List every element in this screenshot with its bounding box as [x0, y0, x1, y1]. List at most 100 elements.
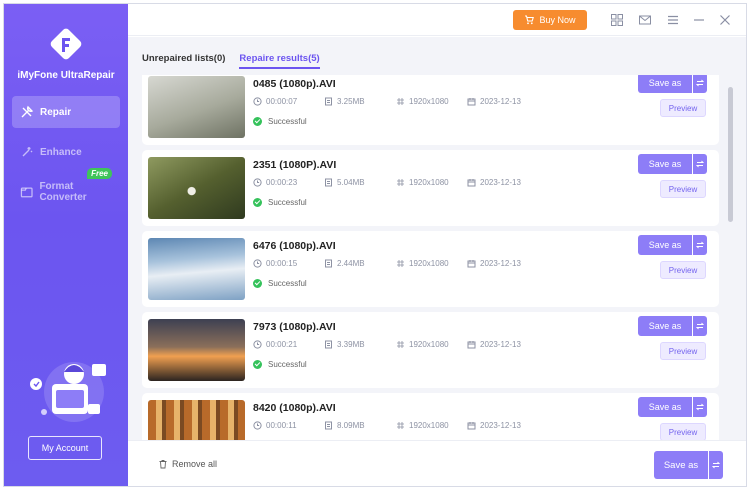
- video-thumbnail[interactable]: [148, 319, 245, 381]
- remove-all-button[interactable]: Remove all: [158, 459, 217, 469]
- buy-now-button[interactable]: Buy Now: [513, 10, 587, 30]
- scrollbar-thumb[interactable]: [728, 87, 733, 222]
- meta-duration: 00:00:07: [253, 97, 297, 106]
- app-window: iMyFone UltraRepair Repair Enhance Forma…: [3, 3, 747, 487]
- meta-size-value: 2.44MB: [337, 259, 365, 268]
- mail-icon[interactable]: [638, 13, 652, 27]
- save-as-button[interactable]: Save as: [638, 316, 692, 336]
- success-check-icon: [253, 360, 262, 369]
- save-as-button[interactable]: Save as: [638, 397, 692, 417]
- meta-date-value: 2023-12-13: [480, 421, 521, 430]
- result-list: 0485 (1080p).AVI 00:00:07 3.25MB 1920x10…: [142, 75, 732, 443]
- meta-size-value: 3.39MB: [337, 340, 365, 349]
- sidebar-item-format-converter[interactable]: Format Converter Free: [12, 168, 120, 208]
- sidebar-item-label: Format Converter: [39, 181, 87, 203]
- save-options-button[interactable]: [693, 75, 707, 93]
- file-name: 8420 (1080p).AVI: [253, 402, 336, 414]
- meta-duration-value: 00:00:15: [266, 259, 298, 268]
- meta-duration: 00:00:11: [253, 421, 297, 430]
- save-options-button[interactable]: [693, 316, 707, 336]
- meta-size: 3.39MB: [324, 340, 365, 349]
- preview-button[interactable]: Preview: [660, 342, 706, 360]
- meta-date: 2023-12-13: [467, 259, 521, 268]
- calendar-icon: [467, 179, 476, 187]
- status-text: Successful: [268, 279, 307, 288]
- menu-grid-icon[interactable]: [610, 13, 624, 27]
- meta-resolution-value: 1920x1080: [409, 259, 449, 268]
- video-thumbnail[interactable]: [148, 157, 245, 219]
- sidebar-item-label: Enhance: [40, 146, 82, 158]
- format-converter-icon: [20, 187, 33, 198]
- resolution-icon: [397, 179, 404, 186]
- preview-button[interactable]: Preview: [660, 423, 706, 441]
- save-options-button[interactable]: [693, 397, 707, 417]
- close-icon[interactable]: [718, 13, 732, 27]
- save-as-button[interactable]: Save as: [638, 154, 692, 174]
- file-size-icon: [325, 421, 332, 430]
- result-card[interactable]: 6476 (1080p).AVI 00:00:15 2.44MB 1920x10…: [142, 231, 719, 307]
- file-name: 6476 (1080p).AVI: [253, 240, 336, 252]
- minimize-icon[interactable]: [692, 13, 706, 27]
- meta-date: 2023-12-13: [467, 97, 521, 106]
- clock-icon: [253, 259, 262, 268]
- success-check-icon: [253, 117, 262, 126]
- user-illustration: [30, 362, 106, 422]
- meta-resolution: 1920x1080: [396, 421, 449, 430]
- save-options-button[interactable]: [693, 154, 707, 174]
- video-thumbnail[interactable]: [148, 238, 245, 300]
- clock-icon: [253, 421, 262, 430]
- video-thumbnail[interactable]: [148, 76, 245, 138]
- resolution-icon: [397, 341, 404, 348]
- save-as-button[interactable]: Save as: [638, 75, 692, 93]
- result-card[interactable]: 8420 (1080p).AVI 00:00:11 8.09MB 1920x10…: [142, 393, 719, 443]
- title-bar: Buy Now: [128, 4, 746, 36]
- meta-date: 2023-12-13: [467, 178, 521, 187]
- tab-repair-results[interactable]: Repaire results(5): [239, 53, 320, 69]
- meta-resolution-value: 1920x1080: [409, 340, 449, 349]
- preview-button[interactable]: Preview: [660, 99, 706, 117]
- meta-size: 8.09MB: [324, 421, 365, 430]
- result-card[interactable]: 7973 (1080p).AVI 00:00:21 3.39MB 1920x10…: [142, 312, 719, 388]
- meta-date: 2023-12-13: [467, 340, 521, 349]
- success-check-icon: [253, 198, 262, 207]
- resolution-icon: [397, 422, 404, 429]
- save-options-button[interactable]: [693, 235, 707, 255]
- video-thumbnail[interactable]: [148, 400, 245, 443]
- save-as-button[interactable]: Save as: [638, 235, 692, 255]
- meta-duration: 00:00:15: [253, 259, 297, 268]
- remove-all-label: Remove all: [172, 459, 218, 469]
- meta-duration: 00:00:21: [253, 340, 297, 349]
- sidebar-item-repair[interactable]: Repair: [12, 96, 120, 128]
- clock-icon: [253, 97, 262, 106]
- save-all-options-button[interactable]: [709, 451, 723, 479]
- status-text: Successful: [268, 117, 307, 126]
- preview-button[interactable]: Preview: [660, 261, 706, 279]
- meta-size-value: 8.09MB: [337, 421, 365, 430]
- tab-unrepaired-lists[interactable]: Unrepaired lists(0): [142, 53, 225, 69]
- hamburger-icon[interactable]: [666, 13, 680, 27]
- main-panel: Unrepaired lists(0) Repaire results(5) 0…: [128, 37, 746, 486]
- status-text: Successful: [268, 360, 307, 369]
- scrollbar[interactable]: [728, 87, 733, 417]
- save-all-button[interactable]: Save as: [654, 451, 708, 479]
- meta-resolution: 1920x1080: [396, 97, 449, 106]
- result-card[interactable]: 2351 (1080P).AVI 00:00:23 5.04MB 1920x10…: [142, 150, 719, 226]
- repair-status: Successful: [253, 198, 307, 207]
- file-name: 2351 (1080P).AVI: [253, 159, 337, 171]
- tab-bar: Unrepaired lists(0) Repaire results(5): [142, 53, 320, 69]
- preview-button[interactable]: Preview: [660, 180, 706, 198]
- file-size-icon: [325, 97, 332, 106]
- meta-duration-value: 00:00:11: [266, 421, 297, 430]
- meta-size: 2.44MB: [324, 259, 365, 268]
- meta-date-value: 2023-12-13: [480, 178, 521, 187]
- meta-resolution-value: 1920x1080: [409, 178, 449, 187]
- swap-icon: [696, 241, 704, 249]
- my-account-button[interactable]: My Account: [28, 436, 102, 460]
- result-card[interactable]: 0485 (1080p).AVI 00:00:07 3.25MB 1920x10…: [142, 75, 719, 145]
- repair-icon: [21, 105, 34, 118]
- meta-resolution-value: 1920x1080: [409, 421, 449, 430]
- meta-size: 3.25MB: [324, 97, 365, 106]
- sidebar-item-enhance[interactable]: Enhance: [12, 136, 120, 168]
- app-logo: [50, 28, 82, 60]
- calendar-icon: [467, 341, 476, 349]
